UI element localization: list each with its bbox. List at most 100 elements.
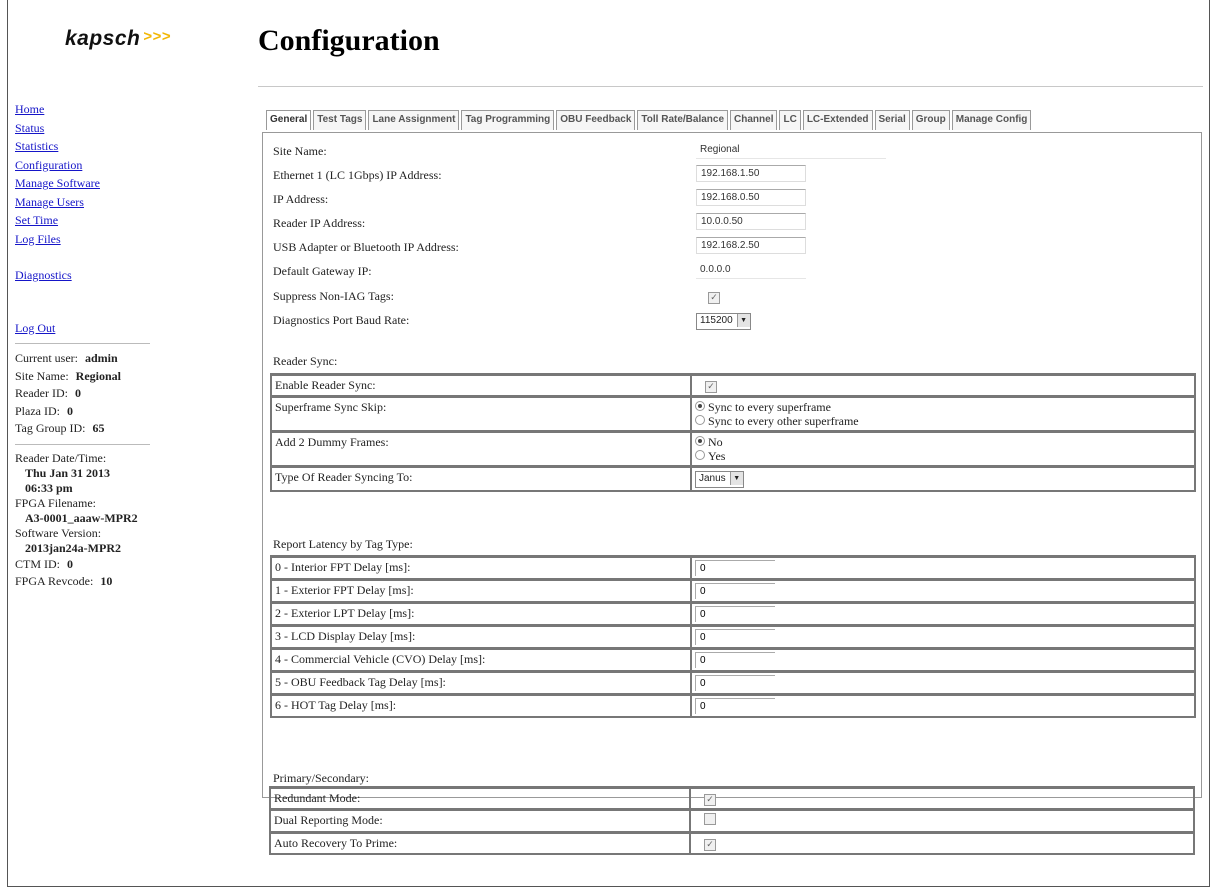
tab-obu-feedback[interactable]: OBU Feedback: [556, 110, 636, 130]
latency-input-3[interactable]: [695, 629, 775, 645]
tab-general[interactable]: General: [266, 110, 312, 130]
latency-input-1[interactable]: [695, 583, 775, 599]
plaza-id-line: Plaza ID: 0: [15, 403, 73, 418]
site-name-value: Regional: [75, 368, 121, 383]
tab-serial[interactable]: Serial: [874, 110, 910, 130]
ctm-id-line: CTM ID: 0: [15, 556, 73, 571]
latency-label-1: 1 - Exterior FPT Delay [ms]:: [271, 579, 691, 602]
latency-input-2[interactable]: [695, 606, 775, 622]
dual-reporting-checkbox[interactable]: [704, 813, 716, 825]
table-row: Auto Recovery To Prime: ✓: [270, 832, 1194, 854]
table-row: Enable Reader Sync: ✓: [271, 374, 1195, 396]
nav-home[interactable]: Home: [15, 100, 155, 119]
dummy-no-label: No: [708, 435, 723, 449]
latency-label-3: 3 - LCD Display Delay [ms]:: [271, 625, 691, 648]
site-name-field[interactable]: [696, 141, 886, 159]
current-user-line: Current user: admin: [15, 351, 118, 365]
eth1-ip-field[interactable]: [696, 165, 806, 182]
latency-input-6[interactable]: [695, 698, 775, 714]
reader-sync-heading: Reader Sync:: [273, 354, 338, 368]
latency-label-5: 5 - OBU Feedback Tag Delay [ms]:: [271, 671, 691, 694]
kapsch-logo: kapsch >>>: [65, 27, 171, 51]
dummy-no-radio[interactable]: [695, 436, 705, 446]
site-name-line: Site Name: Regional: [15, 368, 121, 383]
nav-manage-software[interactable]: Manage Software: [15, 174, 155, 193]
tab-manage-config[interactable]: Manage Config: [951, 110, 1032, 130]
usb-ip-field[interactable]: [696, 237, 806, 254]
nav-statistics[interactable]: Statistics: [15, 137, 155, 156]
reader-ip-field[interactable]: [696, 213, 806, 230]
tag-group-value: 65: [92, 421, 105, 435]
tab-group[interactable]: Group: [911, 110, 950, 130]
nav-configuration[interactable]: Configuration: [15, 156, 155, 175]
reader-datetime-label: Reader Date/Time:: [15, 450, 107, 465]
nav-manage-users[interactable]: Manage Users: [15, 193, 155, 212]
dual-reporting-label: Dual Reporting Mode:: [270, 809, 690, 832]
sync-every-radio[interactable]: [695, 401, 705, 411]
usb-ip-label: USB Adapter or Bluetooth IP Address:: [273, 240, 459, 254]
tab-bar: General Test Tags Lane Assignment Tag Progr…: [266, 110, 1033, 132]
software-version-label: Software Version:: [15, 525, 102, 540]
eth1-row: Ethernet 1 (LC 1Gbps) IP Address:: [273, 165, 1173, 187]
redundant-mode-checkbox[interactable]: ✓: [704, 794, 716, 806]
tab-lane-assignment[interactable]: Lane Assignment: [368, 110, 460, 130]
tab-lc-extended[interactable]: LC-Extended: [802, 110, 873, 130]
tab-tag-programming[interactable]: Tag Programming: [461, 110, 555, 130]
main-content: General Test Tags Lane Assignment Tag Progr…: [262, 110, 1202, 885]
latency-heading: Report Latency by Tag Type:: [273, 537, 413, 551]
tab-lc[interactable]: LC: [779, 110, 801, 130]
table-row: 3 - LCD Display Delay [ms]:: [271, 625, 1195, 648]
auto-recovery-checkbox[interactable]: ✓: [704, 839, 716, 851]
latency-input-0[interactable]: [695, 560, 775, 576]
table-row: Dual Reporting Mode:: [270, 809, 1194, 832]
sync-type-select[interactable]: Janus ▼: [695, 471, 744, 488]
fpga-revcode-line: FPGA Revcode: 10: [15, 574, 113, 588]
ip-label: IP Address:: [273, 192, 329, 206]
fpga-filename-label: FPGA Filename:: [15, 495, 97, 510]
suppress-label: Suppress Non-IAG Tags:: [273, 289, 394, 303]
auto-recovery-label: Auto Recovery To Prime:: [270, 832, 690, 854]
primary-secondary-table: Redundant Mode: ✓ Dual Reporting Mode: Au…: [269, 786, 1195, 855]
nav-set-time[interactable]: Set Time: [15, 211, 155, 230]
nav-diagnostics[interactable]: Diagnostics: [15, 266, 155, 285]
reader-ip-label: Reader IP Address:: [273, 216, 366, 230]
tab-channel[interactable]: Channel: [730, 110, 778, 130]
table-row: Add 2 Dummy Frames: No Yes: [271, 431, 1195, 466]
ctm-id-value: 0: [67, 556, 73, 571]
ip-address-field[interactable]: [696, 189, 806, 206]
dummy-frames-label: Add 2 Dummy Frames:: [271, 431, 691, 466]
software-version-value: 2013jan24a-MPR2: [25, 540, 121, 555]
gateway-row: Default Gateway IP:: [273, 261, 1173, 283]
enable-sync-checkbox[interactable]: ✓: [705, 381, 717, 393]
nav-status[interactable]: Status: [15, 119, 155, 138]
sidebar-divider: [15, 343, 150, 344]
tab-toll-rate-balance[interactable]: Toll Rate/Balance: [637, 110, 729, 130]
reader-id-line: Reader ID: 0: [15, 386, 81, 400]
chevron-down-icon: ▼: [736, 314, 750, 327]
baud-rate-value: 115200: [700, 315, 733, 326]
suppress-checkbox[interactable]: ✓: [708, 292, 720, 304]
tab-test-tags[interactable]: Test Tags: [313, 110, 367, 130]
superframe-skip-label: Superframe Sync Skip:: [271, 396, 691, 431]
site-name-label: Site Name:: [273, 144, 327, 158]
baud-rate-select[interactable]: 115200 ▼: [696, 313, 751, 330]
sync-every-other-radio[interactable]: [695, 415, 705, 425]
table-row: 1 - Exterior FPT Delay [ms]:: [271, 579, 1195, 602]
fpga-filename-value: A3-0001_aaaw-MPR2: [25, 510, 138, 525]
gateway-ip-field[interactable]: [696, 261, 806, 279]
reader-time-value: 06:33 pm: [25, 480, 73, 495]
logout-link[interactable]: Log Out: [15, 319, 155, 338]
sync-every-label: Sync to every superframe: [708, 400, 831, 414]
table-row: Type Of Reader Syncing To: Janus ▼: [271, 466, 1195, 491]
baud-row: Diagnostics Port Baud Rate: 115200 ▼: [273, 310, 1173, 332]
latency-label-6: 6 - HOT Tag Delay [ms]:: [271, 694, 691, 717]
table-row: 2 - Exterior LPT Delay [ms]:: [271, 602, 1195, 625]
dummy-yes-radio[interactable]: [695, 450, 705, 460]
reader-date-value: Thu Jan 31 2013: [25, 465, 111, 480]
sidebar: Home Status Statistics Configuration Man…: [15, 100, 155, 591]
latency-input-4[interactable]: [695, 652, 775, 668]
latency-input-5[interactable]: [695, 675, 775, 691]
nav-log-files[interactable]: Log Files: [15, 230, 155, 249]
table-row: 4 - Commercial Vehicle (CVO) Delay [ms]:: [271, 648, 1195, 671]
table-row: 0 - Interior FPT Delay [ms]:: [271, 556, 1195, 579]
